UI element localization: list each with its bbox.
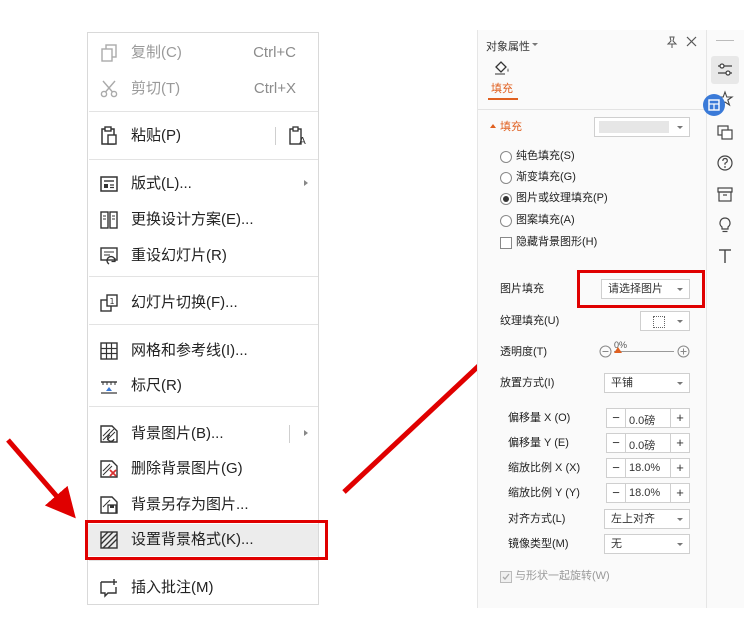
offset-x-label: 偏移量 X (O) [508,412,571,424]
tab-fill[interactable]: 填充 [491,83,513,96]
object-properties-pane: 对象属性 填充 填充 纯色填充(S) 渐变填充(G) 图片或纹理填充(P) 图案… [477,30,707,608]
stepper-value[interactable]: 18.0% [629,462,660,474]
mirror-label: 镜像类型(M) [508,538,569,550]
text-style-icon[interactable] [716,247,734,265]
checkbox-label: 隐藏背景图形(H) [516,236,598,248]
properties-sliders-icon[interactable] [716,61,734,79]
minus-icon[interactable]: − [607,434,626,452]
tab-underline [488,98,518,100]
radio-label: 图案填充(A) [516,214,575,226]
lightbulb-icon[interactable] [716,216,734,234]
color-swatch [599,121,669,133]
scale-x-label: 缩放比例 X (X) [508,462,581,474]
radio-solid-fill[interactable] [500,151,512,163]
plus-icon[interactable]: + [670,484,689,502]
plus-icon[interactable]: + [670,434,689,452]
offset-y-stepper[interactable]: − 0.0磅 + [606,433,690,453]
close-icon[interactable] [686,36,697,47]
minus-icon[interactable]: − [607,459,626,477]
fill-bucket-icon[interactable] [493,60,511,76]
align-label: 对齐方式(L) [508,513,566,525]
scale-y-label: 缩放比例 Y (Y) [508,487,580,499]
plus-icon[interactable]: + [670,459,689,477]
radio-label: 图片或纹理填充(P) [516,192,608,204]
pin-icon[interactable] [666,36,678,48]
offset-x-stepper[interactable]: − 0.0磅 + [606,408,690,428]
plus-icon[interactable]: + [670,409,689,427]
radio-label: 纯色填充(S) [516,150,575,162]
scale-y-stepper[interactable]: − 18.0% + [606,483,690,503]
placement-dropdown[interactable]: 平铺 [604,373,690,393]
collapse-icon[interactable] [490,124,496,128]
chevron-down-icon [677,382,683,385]
archive-icon[interactable] [716,185,734,203]
pane-divider [478,109,706,110]
stepper-value[interactable]: 18.0% [629,487,660,499]
align-dropdown[interactable]: 左上对齐 [604,509,690,529]
chevron-down-icon [677,518,683,521]
picture-fill-label: 图片填充 [500,283,544,295]
stepper-value[interactable]: 0.0磅 [629,437,655,453]
stepper-value[interactable]: 0.0磅 [629,412,655,428]
dropdown-value: 无 [611,538,622,550]
dropdown-value: 平铺 [611,377,633,389]
chevron-down-icon [677,320,683,323]
slide-switch-icon[interactable] [716,123,734,141]
increase-icon[interactable] [677,345,690,358]
checkbox-label: 与形状一起旋转(W) [515,570,610,582]
chevron-down-icon [677,543,683,546]
placement-label: 放置方式(I) [500,377,555,389]
texture-dropdown[interactable] [640,311,690,331]
radio-picture-fill[interactable] [500,193,512,205]
radio-pattern-fill[interactable] [500,215,512,227]
arrow-left [6,438,76,519]
mirror-dropdown[interactable]: 无 [604,534,690,554]
right-tool-rail [703,30,744,608]
minus-icon[interactable]: − [607,484,626,502]
help-icon[interactable] [716,154,734,172]
texture-swatch-icon [653,316,665,328]
slider-handle[interactable] [614,347,622,353]
rotate-with-shape-checkbox[interactable] [500,571,512,583]
rail-handle [716,40,734,41]
section-fill-label: 填充 [500,121,522,133]
highlight-box-picture-fill [577,270,705,308]
fill-color-dropdown[interactable] [594,117,690,137]
transparency-label: 透明度(T) [500,346,548,358]
offset-y-label: 偏移量 Y (E) [508,437,569,449]
transparency-slider[interactable] [614,351,674,352]
scale-x-stepper[interactable]: − 18.0% + [606,458,690,478]
dropdown-value: 左上对齐 [611,513,655,525]
title-dropdown-icon[interactable] [532,43,538,46]
radio-label: 渐变填充(G) [516,171,576,183]
pane-title: 对象属性 [486,41,530,53]
badge-icon[interactable] [703,94,725,116]
hide-background-checkbox[interactable] [500,237,512,249]
radio-gradient-fill[interactable] [500,172,512,184]
decrease-icon[interactable] [599,345,612,358]
chevron-down-icon [677,126,683,129]
minus-icon[interactable]: − [607,409,626,427]
texture-label: 纹理填充(U) [500,315,560,327]
